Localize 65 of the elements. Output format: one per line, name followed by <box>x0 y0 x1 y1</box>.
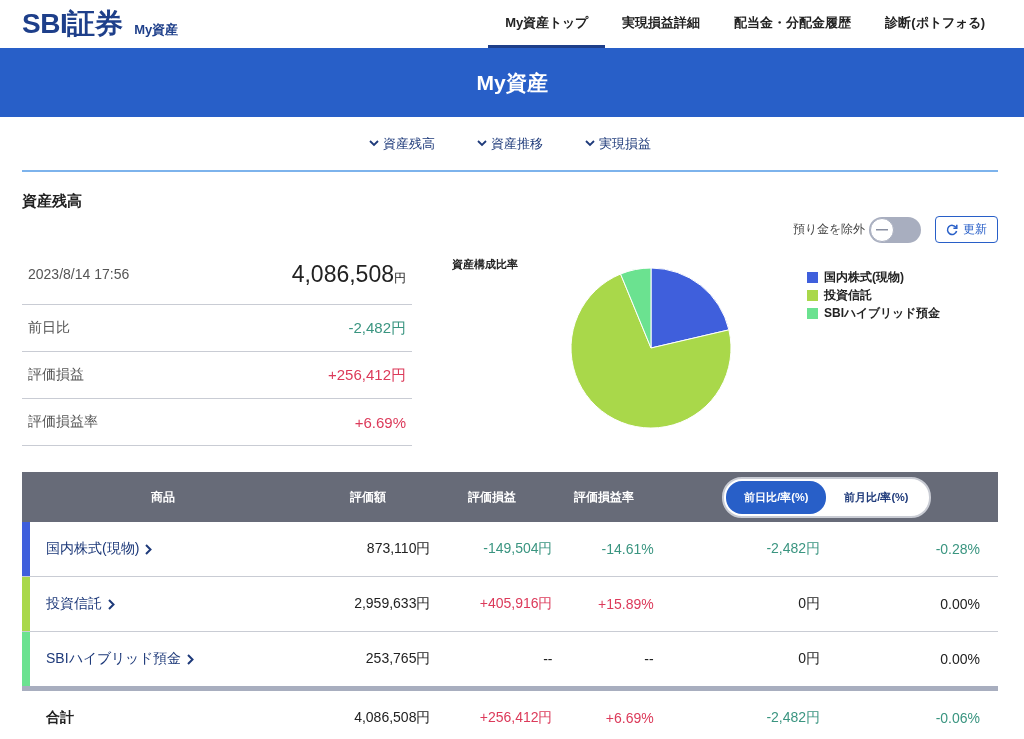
column-header: 商品 <box>150 489 175 504</box>
legend-swatch <box>807 308 818 319</box>
table-cell: +405,916円 <box>479 595 553 611</box>
chevron-down-icon <box>369 140 379 147</box>
column-header: 評価損益 <box>468 489 517 504</box>
total-amount: 4,086,508円 <box>291 260 406 288</box>
summary-label: 前日比 <box>28 319 70 337</box>
toggle-switch[interactable] <box>869 216 921 243</box>
nav-tab[interactable]: 診断(ポトフォる) <box>868 0 1002 48</box>
toggle-label: 預り金を除外 <box>793 221 865 238</box>
nav-tab[interactable]: 配当金・分配金履歴 <box>717 0 869 48</box>
refresh-button[interactable]: 更新 <box>935 216 998 243</box>
table-cell: -2,482円 <box>766 540 821 556</box>
legend-label: 国内株式(現物) <box>824 269 904 286</box>
table-cell: -- <box>543 651 553 667</box>
section-title: 資産残高 <box>22 192 83 211</box>
timestamp: 2023/8/14 17:56 <box>28 266 130 282</box>
table-cell: -0.06% <box>935 710 980 726</box>
table-cell: 873,110円 <box>366 540 431 556</box>
segment-button[interactable]: 前日比/率(%) <box>726 480 827 514</box>
summary-value: -2,482円 <box>348 318 406 338</box>
legend-swatch <box>807 290 818 301</box>
table-cell: -- <box>644 651 654 667</box>
summary-label: 評価損益率 <box>28 413 98 431</box>
logo[interactable]: SBI証券 <box>22 5 123 43</box>
chevron-right-icon <box>186 653 194 665</box>
legend-label: SBIハイブリッド預金 <box>824 305 940 322</box>
summary-value: +6.69% <box>354 413 406 431</box>
table-cell: +15.89% <box>598 596 654 612</box>
table-cell: -2,482円 <box>766 709 821 725</box>
table-cell: -14.61% <box>601 541 654 557</box>
table-cell: +256,412円 <box>479 709 553 725</box>
product-link[interactable]: SBIハイブリッド預金 <box>46 650 194 668</box>
chevron-right-icon <box>108 598 115 610</box>
table-cell: 0円 <box>798 650 821 666</box>
product-link[interactable]: 投資信託 <box>46 595 115 613</box>
column-header: 評価額 <box>349 489 386 504</box>
chart-title: 資産構成比率 <box>452 257 518 272</box>
table-cell: 4,086,508円 <box>354 709 431 725</box>
table-cell: -0.28% <box>935 541 980 557</box>
product-link[interactable]: 国内株式(現物) <box>46 540 153 558</box>
table-cell: 0.00% <box>940 596 980 612</box>
page-title: My資産 <box>476 69 548 96</box>
anchor-link[interactable]: 資産推移 <box>477 134 543 153</box>
legend-swatch <box>807 272 818 283</box>
chevron-down-icon <box>477 140 487 147</box>
table-cell: -149,504円 <box>483 540 553 556</box>
refresh-icon <box>946 223 958 236</box>
column-header: 評価損益率 <box>574 489 635 504</box>
table-cell: 2,959,633円 <box>354 595 431 611</box>
table-cell: 0.00% <box>940 651 980 667</box>
chevron-down-icon <box>585 140 595 147</box>
minus-icon <box>876 228 888 231</box>
anchor-link[interactable]: 実現損益 <box>585 134 651 153</box>
table-cell: 253,765円 <box>365 650 431 666</box>
chevron-right-icon <box>145 543 153 555</box>
summary-label: 評価損益 <box>28 366 84 384</box>
table-cell: +6.69% <box>605 710 654 726</box>
nav-tab[interactable]: 実現損益詳細 <box>605 0 718 48</box>
anchor-link[interactable]: 資産残高 <box>369 134 435 153</box>
summary-value: +256,412円 <box>328 365 406 385</box>
site-subtitle: My資産 <box>134 21 179 39</box>
table-cell: 0円 <box>798 595 821 611</box>
total-label: 合計 <box>46 709 74 725</box>
legend-label: 投資信託 <box>824 287 872 304</box>
